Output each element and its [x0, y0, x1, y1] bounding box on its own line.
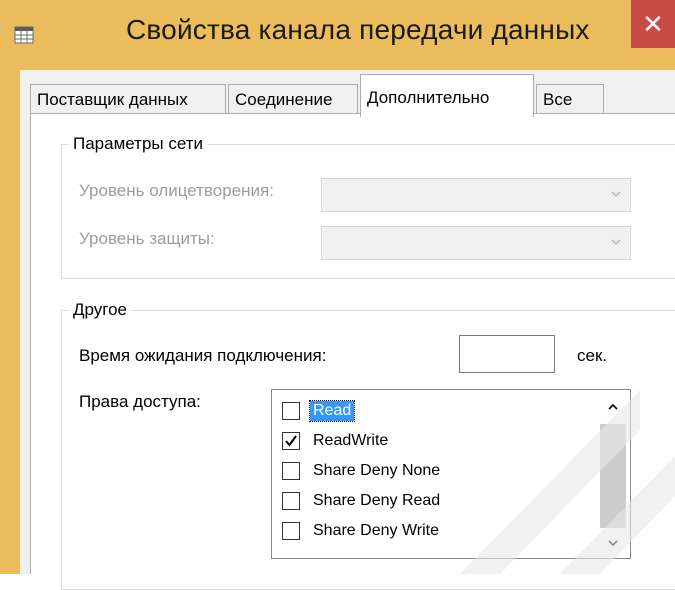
- list-item-label: Share Deny Read: [313, 492, 441, 509]
- access-rights-label: Права доступа:: [79, 392, 201, 411]
- checkbox[interactable]: [282, 432, 300, 450]
- list-item-label: ReadWrite: [313, 432, 389, 449]
- tab-label: Все: [543, 90, 573, 109]
- access-rights-listbox[interactable]: Read ReadWrite Share Deny None Share Den…: [271, 389, 631, 559]
- connection-timeout-input[interactable]: [459, 335, 555, 373]
- listbox-scrollbar[interactable]: [594, 390, 630, 558]
- protection-level-label: Уровень защиты:: [79, 229, 215, 248]
- scroll-down-button[interactable]: [602, 532, 624, 554]
- tab-label: Поставщик данных: [37, 90, 188, 109]
- chevron-down-icon: [610, 235, 622, 247]
- close-button[interactable]: ✕: [631, 0, 675, 48]
- tab-label: Соединение: [235, 90, 333, 109]
- checkbox[interactable]: [282, 522, 300, 540]
- other-group-legend: Другое: [73, 300, 128, 319]
- scroll-thumb[interactable]: [600, 424, 626, 528]
- dialog-client-area: Поставщик данных Соединение Дополнительн…: [20, 70, 675, 590]
- tab-data-provider[interactable]: Поставщик данных: [30, 84, 226, 116]
- impersonation-level-label: Уровень олицетворения:: [79, 181, 274, 200]
- checkbox[interactable]: [282, 402, 300, 420]
- table-window-icon: [14, 26, 34, 44]
- chevron-down-icon: [610, 187, 622, 199]
- scroll-up-button[interactable]: [602, 396, 624, 418]
- protection-level-select[interactable]: [321, 226, 631, 260]
- network-group-legend: Параметры сети: [73, 134, 204, 153]
- list-item-label: Share Deny Write: [313, 522, 439, 539]
- dialog-window: Свойства канала передачи данных ✕ Постав…: [0, 0, 675, 590]
- impersonation-level-select[interactable]: [321, 178, 631, 212]
- tab-all[interactable]: Все: [536, 84, 604, 116]
- window-title: Свойства канала передачи данных: [126, 14, 590, 45]
- timeout-unit-label: сек.: [577, 346, 608, 365]
- access-item-readwrite[interactable]: ReadWrite: [282, 428, 592, 454]
- close-icon: ✕: [642, 8, 664, 39]
- access-item-read[interactable]: Read: [282, 398, 592, 424]
- title-bar: Свойства канала передачи данных ✕: [0, 0, 675, 70]
- chevron-up-icon: [608, 403, 618, 410]
- connection-timeout-label: Время ожидания подключения:: [79, 346, 327, 365]
- list-item-label: Read: [308, 400, 356, 422]
- access-item-share-deny-read[interactable]: Share Deny Read: [282, 488, 592, 514]
- access-item-share-deny-none[interactable]: Share Deny None: [282, 458, 592, 484]
- checkmark-icon: [285, 435, 297, 447]
- chevron-down-icon: [608, 540, 618, 547]
- tab-connection[interactable]: Соединение: [228, 84, 358, 116]
- checkbox[interactable]: [282, 492, 300, 510]
- tab-label: Дополнительно: [367, 88, 490, 107]
- checkbox[interactable]: [282, 462, 300, 480]
- tab-page-advanced: Параметры сети Уровень олицетворения: Ур…: [30, 113, 675, 590]
- list-item-label: Share Deny None: [313, 462, 441, 479]
- tab-advanced[interactable]: Дополнительно: [360, 74, 534, 117]
- tab-strip: Поставщик данных Соединение Дополнительн…: [30, 74, 675, 117]
- access-item-share-deny-write[interactable]: Share Deny Write: [282, 518, 592, 544]
